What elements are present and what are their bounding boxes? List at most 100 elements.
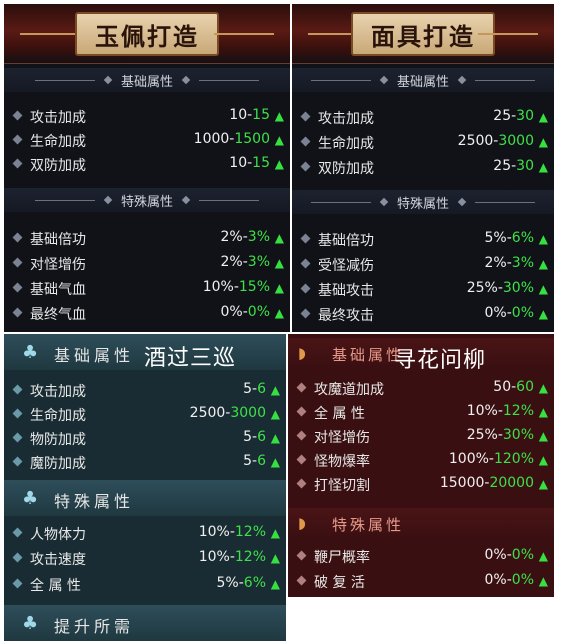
stat-value: 25%-30% [467, 280, 534, 296]
stat-row: 基础攻击 25%-30% ▲ [292, 277, 554, 301]
stat-high: 12% [502, 403, 534, 419]
stat-base: 1000- [193, 131, 235, 147]
stat-high: 0% [511, 305, 534, 321]
divider [34, 79, 95, 81]
stat-high: 0% [511, 547, 534, 563]
stat-high: 3% [247, 254, 270, 270]
diamond-ornament-icon [379, 197, 389, 207]
stat-value: 0%-0% [221, 304, 270, 320]
stat-label: 破 复 活 [314, 575, 365, 591]
section-title: 特殊属性 [332, 516, 405, 534]
diamond-bullet-icon [300, 111, 311, 122]
stat-label: 全 属 性 [30, 578, 81, 594]
stat-row: 生命加成 2500-3000 ▲ [292, 130, 554, 154]
diamond-bullet-icon [296, 382, 307, 393]
stat-high: 6 [257, 453, 266, 469]
stat-high: 30% [502, 427, 534, 443]
stat-value: 5-6 [243, 381, 266, 397]
stat-row: 基础气血 10%-15% ▲ [4, 276, 290, 300]
stat-row: 鞭尸概率 0%-0% ▲ [288, 544, 554, 568]
stat-value: 5%-6% [485, 230, 534, 246]
stat-label: 攻击加成 [30, 110, 86, 126]
up-arrow-icon: ▲ [538, 282, 548, 296]
stat-high: 120% [493, 451, 534, 467]
stat-base: 2500- [189, 405, 231, 421]
stat-high: 6% [243, 575, 266, 591]
stat-high: 30% [502, 280, 534, 296]
divider [199, 79, 259, 81]
stat-label: 攻击加成 [318, 111, 374, 127]
stat-base: 2500- [457, 133, 499, 149]
flower-special-header: ◗ 特殊属性 [288, 508, 554, 538]
stat-label: 基础攻击 [318, 283, 374, 299]
diamond-ornament-icon [181, 75, 191, 85]
section-title: 提升所需 [54, 617, 135, 636]
up-arrow-icon: ▲ [538, 160, 548, 174]
up-arrow-icon: ▲ [538, 429, 548, 443]
stat-high: 15 [252, 155, 270, 171]
stat-value: 25-30 [493, 158, 534, 174]
stat-row: 最终攻击 0%-0% ▲ [292, 302, 554, 326]
stat-base: 0%- [484, 572, 512, 588]
stat-value: 25%-30% [467, 427, 534, 443]
up-arrow-icon: ▲ [538, 110, 548, 124]
stat-high: 6 [257, 429, 266, 445]
diamond-bullet-icon [12, 384, 23, 395]
up-arrow-icon: ▲ [538, 574, 548, 588]
mask-special-header: 特殊属性 [292, 190, 554, 214]
cloud-emblem-icon: ♣ [22, 613, 39, 634]
jade-banner-plate: 玉佩打造 [75, 12, 219, 56]
stat-label: 双防加成 [318, 161, 374, 177]
stat-base: 10- [229, 155, 253, 171]
diamond-bullet-icon [300, 136, 311, 147]
stat-row: 生命加成 2500-3000 ▲ [4, 402, 286, 426]
stat-label: 最终攻击 [318, 308, 374, 324]
jade-basic-header: 基础属性 [4, 68, 290, 92]
stat-value: 1000-1500 [194, 131, 270, 147]
diamond-bullet-icon [12, 527, 23, 538]
diamond-bullet-icon [296, 430, 307, 441]
diamond-bullet-icon [12, 408, 23, 419]
stat-value: 0%-0% [485, 572, 534, 588]
diamond-ornament-icon [379, 75, 389, 85]
up-arrow-icon: ▲ [538, 381, 548, 395]
up-arrow-icon: ▲ [270, 431, 280, 445]
diamond-bullet-icon [296, 478, 307, 489]
up-arrow-icon: ▲ [270, 526, 280, 540]
stat-row: 基础倍功 2%-3% ▲ [4, 226, 290, 250]
mask-banner-title: 面具打造 [371, 21, 475, 51]
diamond-ornament-icon [103, 195, 113, 205]
stat-row: 怪物爆率 100%-120% ▲ [288, 448, 554, 472]
diamond-bullet-icon [300, 161, 311, 172]
divider [310, 201, 371, 203]
wine-upgrade-header: ♣ 提升所需 [4, 605, 286, 641]
up-arrow-icon: ▲ [274, 281, 284, 295]
jade-pendant-panel: 玉佩打造 基础属性 攻击加成 10-15 ▲ 生命加成 1000-1500 ▲ … [4, 4, 290, 332]
stat-high: 3000 [230, 405, 266, 421]
diamond-bullet-icon [12, 134, 23, 145]
stat-base: 10%- [466, 403, 503, 419]
jade-banner-title: 玉佩打造 [95, 21, 199, 51]
diamond-bullet-icon [300, 233, 311, 244]
wine-panel: ♣ 基础属性 酒过三巡 攻击加成 5-6 ▲ 生命加成 2500-3000 ▲ … [4, 334, 286, 641]
up-arrow-icon: ▲ [270, 551, 280, 565]
divider [310, 79, 371, 81]
up-arrow-icon: ▲ [538, 232, 548, 246]
flower-overlay-title: 寻花问柳 [394, 348, 487, 373]
diamond-bullet-icon [296, 550, 307, 561]
stat-label: 打怪切割 [314, 478, 370, 494]
wine-overlay-title: 酒过三巡 [144, 346, 237, 371]
stat-row: 基础倍功 5%-6% ▲ [292, 227, 554, 251]
stat-base: 5%- [484, 230, 512, 246]
stat-row: 最终气血 0%-0% ▲ [4, 301, 290, 325]
divider [475, 201, 535, 203]
stat-high: 15% [238, 279, 270, 295]
stat-value: 2%-3% [221, 229, 270, 245]
diamond-bullet-icon [300, 258, 311, 269]
up-arrow-icon: ▲ [538, 135, 548, 149]
stat-value: 100%-120% [449, 451, 534, 467]
stat-high: 30 [516, 158, 534, 174]
wine-special-header: ♣ 特殊属性 [4, 480, 286, 516]
stat-high: 20000 [489, 475, 534, 491]
up-arrow-icon: ▲ [274, 157, 284, 171]
